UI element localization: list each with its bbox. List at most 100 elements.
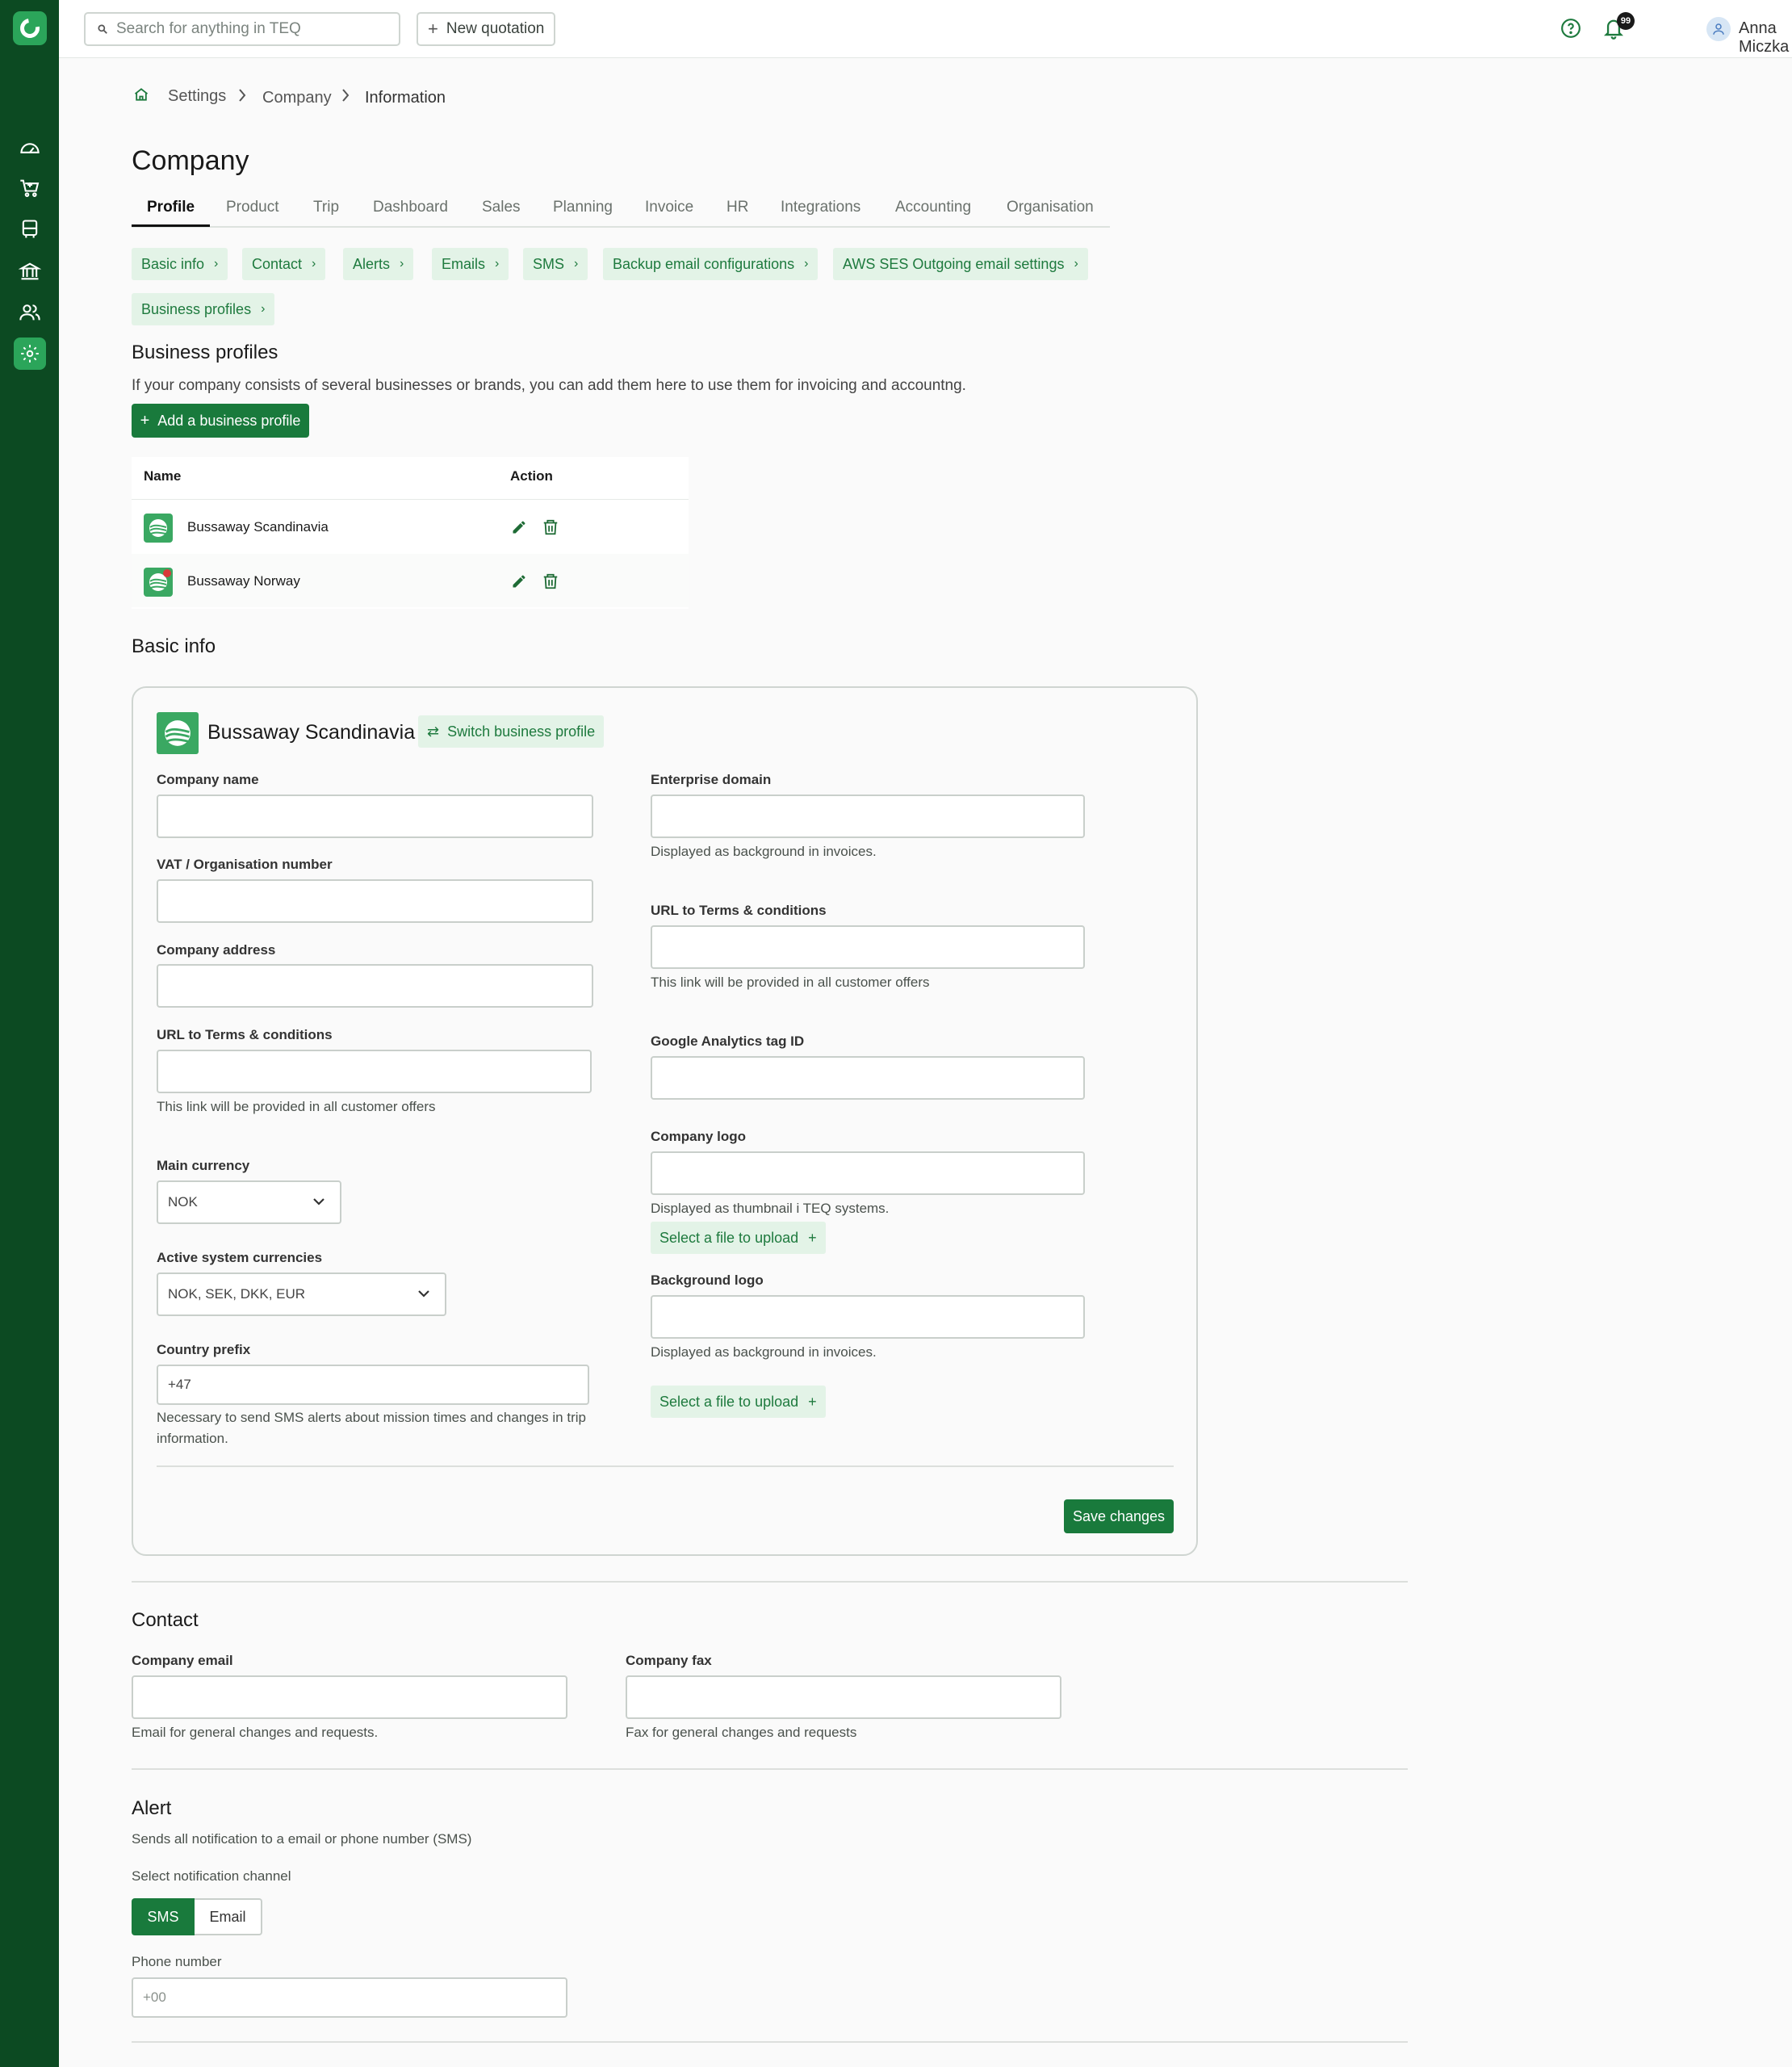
app-logo[interactable] <box>13 11 47 45</box>
background-logo-label: Background logo <box>651 1272 764 1288</box>
chevron-right-icon: › <box>574 257 579 270</box>
chevron-down-icon <box>416 1285 432 1306</box>
chip-sms[interactable]: SMS › <box>523 248 588 280</box>
phone-number-placeholder: +00 <box>143 1989 166 2005</box>
company-logo-upload-button[interactable]: Select a file to upload + <box>651 1222 826 1254</box>
bus-icon[interactable] <box>14 213 46 245</box>
tab-accounting[interactable]: Accounting <box>895 199 971 216</box>
chip-label: Alerts <box>353 255 391 272</box>
enterprise-domain-label: Enterprise domain <box>651 772 772 787</box>
tab-organisation[interactable]: Organisation <box>1007 199 1094 216</box>
edit-icon[interactable] <box>511 573 527 593</box>
profile-logo <box>157 712 199 754</box>
business-profiles-table: Name Action Bussaway Scandinavia Bussawa… <box>132 457 689 609</box>
channel-sms-option[interactable]: SMS <box>132 1898 195 1935</box>
switch-business-profile-button[interactable]: ⇄ Switch business profile <box>418 715 605 748</box>
tab-profile[interactable]: Profile <box>147 199 195 216</box>
active-currencies-label: Active system currencies <box>157 1250 323 1265</box>
user-name[interactable]: Anna Miczka <box>1739 19 1792 57</box>
terms-url-input[interactable] <box>157 1050 592 1093</box>
enterprise-domain-help: Displayed as background in invoices. <box>651 844 877 859</box>
notification-count-badge: 99 <box>1617 12 1635 30</box>
search-box[interactable] <box>84 12 400 46</box>
profile-name-heading: Bussaway Scandinavia <box>207 721 416 744</box>
company-address-input[interactable] <box>157 964 593 1008</box>
phone-number-input[interactable]: +00 <box>132 1977 567 2018</box>
new-quotation-button[interactable]: + New quotation <box>417 12 556 46</box>
tab-dashboard[interactable]: Dashboard <box>373 199 448 216</box>
bank-icon[interactable] <box>14 255 46 287</box>
background-logo-input[interactable] <box>651 1295 1085 1339</box>
chip-business-profiles[interactable]: Business profiles › <box>132 293 275 325</box>
basic-info-title: Basic info <box>132 635 216 657</box>
dashboard-icon[interactable] <box>14 132 46 164</box>
background-logo-upload-button[interactable]: Select a file to upload + <box>651 1386 826 1418</box>
chevron-right-icon: › <box>400 257 404 270</box>
chip-aws-ses[interactable]: AWS SES Outgoing email settings › <box>833 248 1088 280</box>
tab-integrations[interactable]: Integrations <box>781 199 860 216</box>
search-input[interactable] <box>116 20 383 38</box>
top-bar: + New quotation 99 Anna Miczka <box>59 0 1792 58</box>
help-icon[interactable] <box>1560 18 1581 43</box>
plus-icon: + <box>428 19 438 39</box>
trash-icon[interactable] <box>542 518 559 541</box>
upload-label: Select a file to upload <box>659 1393 799 1410</box>
vat-label: VAT / Organisation number <box>157 857 333 872</box>
terms-url2-label: URL to Terms & conditions <box>651 903 827 918</box>
notification-channel-label: Select notification channel <box>132 1868 291 1884</box>
home-icon[interactable] <box>133 86 149 107</box>
chevron-right-icon <box>237 87 247 107</box>
tab-trip[interactable]: Trip <box>313 199 339 216</box>
settings-icon[interactable] <box>14 338 46 370</box>
plus-icon: + <box>808 1229 817 1246</box>
chevron-right-icon: › <box>1074 257 1078 270</box>
edit-icon[interactable] <box>511 519 527 539</box>
main-currency-value: NOK <box>168 1194 198 1210</box>
breadcrumb-company[interactable]: Company <box>262 89 332 107</box>
active-currencies-select[interactable]: NOK, SEK, DKK, EUR <box>157 1272 446 1316</box>
search-icon <box>98 24 107 34</box>
company-logo-input[interactable] <box>651 1151 1085 1195</box>
save-changes-button[interactable]: Save changes <box>1064 1499 1174 1533</box>
users-icon[interactable] <box>14 296 46 329</box>
chip-label: Contact <box>252 255 303 272</box>
country-prefix-label: Country prefix <box>157 1342 251 1357</box>
main-currency-select[interactable]: NOK <box>157 1180 341 1224</box>
vat-input[interactable] <box>157 879 593 923</box>
avatar[interactable] <box>1706 17 1731 41</box>
section-divider <box>132 2041 1408 2043</box>
chevron-right-icon <box>341 87 350 107</box>
channel-email-option[interactable]: Email <box>195 1898 262 1935</box>
tab-hr[interactable]: HR <box>726 199 748 216</box>
chip-backup-email[interactable]: Backup email configurations › <box>603 248 819 280</box>
chevron-right-icon: › <box>261 302 266 316</box>
chip-contact[interactable]: Contact › <box>242 248 326 280</box>
profile-name: Bussaway Norway <box>187 573 300 589</box>
tab-invoice[interactable]: Invoice <box>645 199 693 216</box>
chip-emails[interactable]: Emails › <box>432 248 509 280</box>
chevron-right-icon: › <box>312 257 316 270</box>
chip-basic-info[interactable]: Basic info › <box>132 248 228 280</box>
company-name-input[interactable] <box>157 795 593 838</box>
country-prefix-input[interactable]: +47 <box>157 1365 589 1405</box>
breadcrumb-settings[interactable]: Settings <box>168 87 226 106</box>
profile-name: Bussaway Scandinavia <box>187 519 329 535</box>
add-business-profile-button[interactable]: + Add a business profile <box>132 404 309 438</box>
enterprise-domain-input[interactable] <box>651 795 1085 838</box>
upload-label: Select a file to upload <box>659 1229 799 1246</box>
table-row: Bussaway Norway <box>132 554 689 607</box>
company-email-help: Email for general changes and requests. <box>132 1725 379 1740</box>
tab-planning[interactable]: Planning <box>553 199 613 216</box>
active-tab-indicator <box>132 224 210 227</box>
cart-icon[interactable] <box>14 172 46 204</box>
terms-url2-input[interactable] <box>651 925 1085 969</box>
company-fax-input[interactable] <box>626 1675 1061 1719</box>
tab-sales[interactable]: Sales <box>482 199 521 216</box>
country-prefix-help: Necessary to send SMS alerts about missi… <box>157 1410 586 1446</box>
trash-icon[interactable] <box>542 572 559 595</box>
company-email-input[interactable] <box>132 1675 567 1719</box>
google-analytics-input[interactable] <box>651 1056 1085 1100</box>
tab-product[interactable]: Product <box>226 199 278 216</box>
chip-alerts[interactable]: Alerts › <box>343 248 414 280</box>
terms-url-help: This link will be provided in all custom… <box>157 1099 436 1114</box>
